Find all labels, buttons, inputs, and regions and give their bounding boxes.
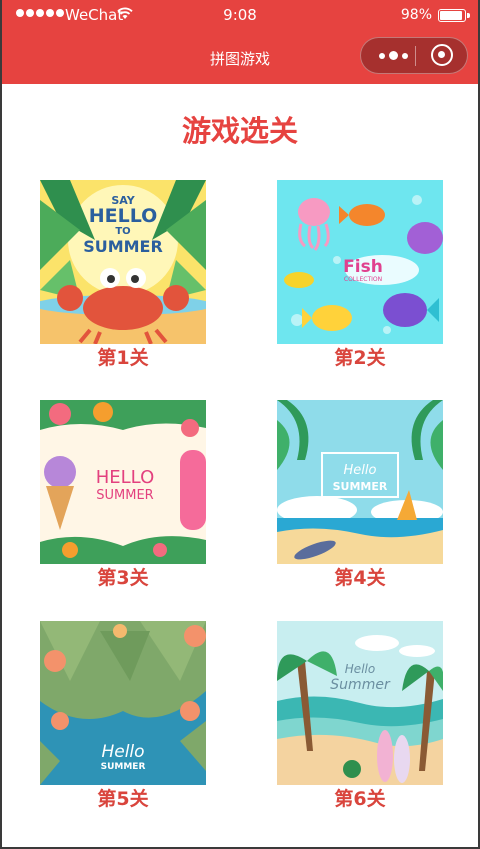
level-3-label[interactable]: 第3关	[40, 566, 206, 590]
art-text-summer: SUMMER	[101, 762, 146, 772]
art-text-to: TO	[115, 226, 130, 237]
level-card-2[interactable]: Fish COLLECTION 第2关	[277, 180, 443, 370]
level-card-1[interactable]: SAY HELLO TO SUMMER 第1关	[40, 180, 206, 370]
art-text-hello: Hello	[344, 463, 377, 478]
level-card-4[interactable]: Hello SUMMER 第4关	[277, 400, 443, 590]
level-card-3[interactable]: HELLO SUMMER 第3关	[40, 400, 206, 590]
level-2-thumbnail[interactable]: Fish COLLECTION	[277, 180, 443, 344]
mini-program-capsule	[360, 37, 468, 74]
art-text-hello: HELLO	[89, 205, 158, 227]
battery-icon	[438, 9, 470, 22]
status-bar: WeChat 9:08 98%	[2, 0, 478, 28]
art-text-summer: SUMMER	[83, 237, 163, 256]
art-text-fish: Fish	[343, 257, 383, 277]
art-text-hello: Hello	[101, 742, 144, 762]
level-4-thumbnail[interactable]: Hello SUMMER	[277, 400, 443, 564]
page-title: 游戏选关	[181, 114, 298, 148]
art-text-summer: SUMMER	[96, 488, 153, 503]
art-text-summer: SUMMER	[333, 480, 388, 493]
level-5-thumbnail[interactable]: Hello SUMMER	[40, 621, 206, 785]
battery-percent: 98%	[400, 7, 432, 23]
art-text-hello: HELLO	[96, 467, 155, 488]
capsule-divider	[415, 46, 416, 66]
level-4-label[interactable]: 第4关	[277, 566, 443, 590]
more-options-icon[interactable]	[373, 38, 413, 73]
level-1-thumbnail[interactable]: SAY HELLO TO SUMMER	[40, 180, 206, 344]
level-6-label[interactable]: 第6关	[277, 787, 443, 811]
art-text-hello: Hello	[345, 662, 375, 676]
level-5-label[interactable]: 第5关	[40, 787, 206, 811]
art-text-collection: COLLECTION	[344, 276, 382, 283]
level-card-5[interactable]: Hello SUMMER 第5关	[40, 621, 206, 811]
level-card-6[interactable]: Hello Summer 第6关	[277, 621, 443, 811]
level-2-label[interactable]: 第2关	[277, 346, 443, 370]
close-mini-program-icon[interactable]	[431, 44, 453, 66]
level-1-label[interactable]: 第1关	[40, 346, 206, 370]
art-text-summer: Summer	[330, 677, 391, 693]
level-3-thumbnail[interactable]: HELLO SUMMER	[40, 400, 206, 564]
nav-bar: 拼图游戏	[2, 28, 478, 84]
level-6-thumbnail[interactable]: Hello Summer	[277, 621, 443, 785]
